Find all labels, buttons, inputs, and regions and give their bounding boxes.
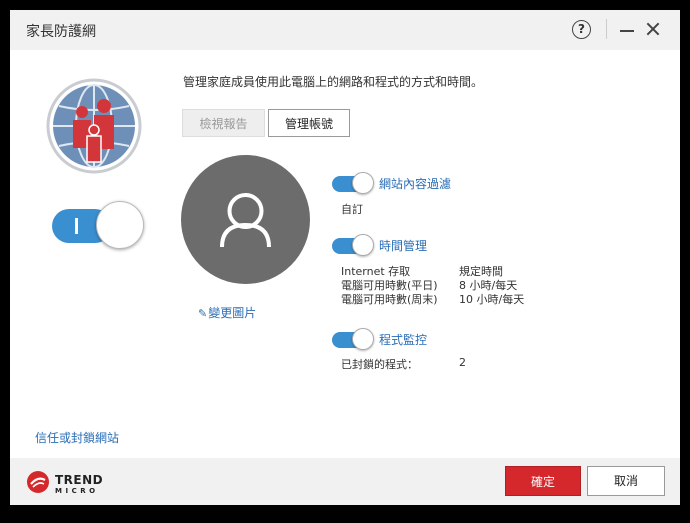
- title-bar: 家長防護網 ?: [10, 10, 680, 50]
- weekend-hours-label: 電腦可用時數(周末): [341, 293, 438, 306]
- blocked-programs-value: 2: [459, 356, 466, 369]
- family-globe-icon: [46, 78, 142, 174]
- view-report-button[interactable]: 檢視報告: [182, 109, 265, 137]
- trend-micro-logo-icon: [27, 471, 49, 493]
- time-management-toggle[interactable]: [332, 234, 374, 256]
- brand-name-line1: TREND: [55, 473, 104, 487]
- blocked-programs-label: 已封鎖的程式：: [341, 358, 418, 371]
- program-control-toggle[interactable]: [332, 328, 374, 350]
- close-button[interactable]: [646, 22, 660, 36]
- user-silhouette-icon: [220, 193, 271, 248]
- user-avatar[interactable]: [181, 155, 310, 284]
- titlebar-divider: [606, 19, 607, 39]
- footer-bar: TREND MICRO 確定 取消: [10, 458, 680, 505]
- pencil-icon: ✎: [198, 307, 208, 320]
- web-filter-value: 自訂: [341, 203, 363, 216]
- minimize-button[interactable]: [620, 30, 634, 32]
- program-control-title[interactable]: 程式監控: [379, 331, 427, 348]
- page-description: 管理家庭成員使用此電腦上的網路和程式的方式和時間。: [183, 75, 484, 89]
- ok-button[interactable]: 確定: [505, 466, 581, 496]
- brand-name-line2: MICRO: [55, 487, 99, 495]
- parental-controls-window: 家長防護網 ? 管理家庭成員使用此電腦上的網路和程式的方式和時間。 檢視報告 管…: [10, 10, 680, 505]
- web-filter-title[interactable]: 網站內容過濾: [379, 175, 451, 192]
- trust-block-sites-link[interactable]: 信任或封鎖網站: [35, 429, 119, 446]
- window-title: 家長防護網: [26, 24, 96, 40]
- help-button[interactable]: ?: [572, 20, 591, 39]
- web-filter-toggle[interactable]: [332, 172, 374, 194]
- time-management-title[interactable]: 時間管理: [379, 237, 427, 254]
- parental-controls-toggle[interactable]: [52, 201, 144, 249]
- weekend-hours-value: 10 小時/每天: [459, 293, 525, 306]
- cancel-button[interactable]: 取消: [587, 466, 665, 496]
- manage-accounts-button[interactable]: 管理帳號: [268, 109, 350, 137]
- change-picture-link[interactable]: ✎變更圖片: [198, 304, 256, 321]
